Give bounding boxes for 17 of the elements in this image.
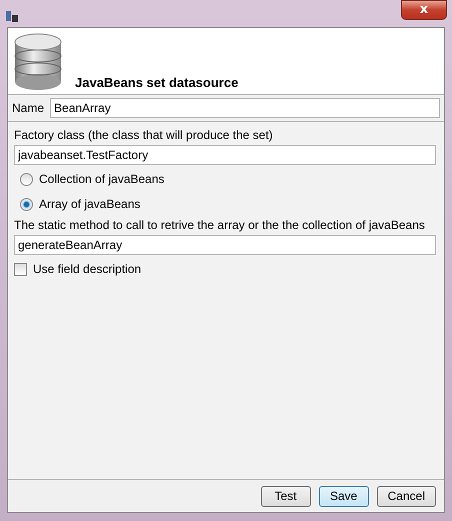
factory-field[interactable]: javabeanset.TestFactory <box>14 145 436 165</box>
radio-icon[interactable] <box>20 172 33 186</box>
dialog-button[interactable]: Save <box>318 486 369 506</box>
radio-icon[interactable] <box>20 198 33 210</box>
method-label: The static method to call to retrive the array or the the collection of javaBeans <box>14 218 426 232</box>
checkbox[interactable] <box>14 262 27 276</box>
dialog-button[interactable]: Cancel <box>376 486 436 506</box>
factory-label: Factory class (the class that will produce the set) <box>14 128 274 142</box>
name-label: Name <box>12 101 44 115</box>
close-button[interactable]: x <box>401 0 447 20</box>
name-field[interactable]: BeanArray <box>50 98 440 118</box>
radio-option[interactable]: Array of javaBeans <box>20 197 436 211</box>
method-field[interactable]: generateBeanArray <box>14 235 436 255</box>
checkbox-option[interactable]: Use field description <box>14 262 436 276</box>
radio-option[interactable]: Collection of javaBeans <box>20 172 436 186</box>
dialog-title: JavaBeans set datasource <box>75 75 238 90</box>
dialog-button[interactable]: Test <box>260 486 311 506</box>
